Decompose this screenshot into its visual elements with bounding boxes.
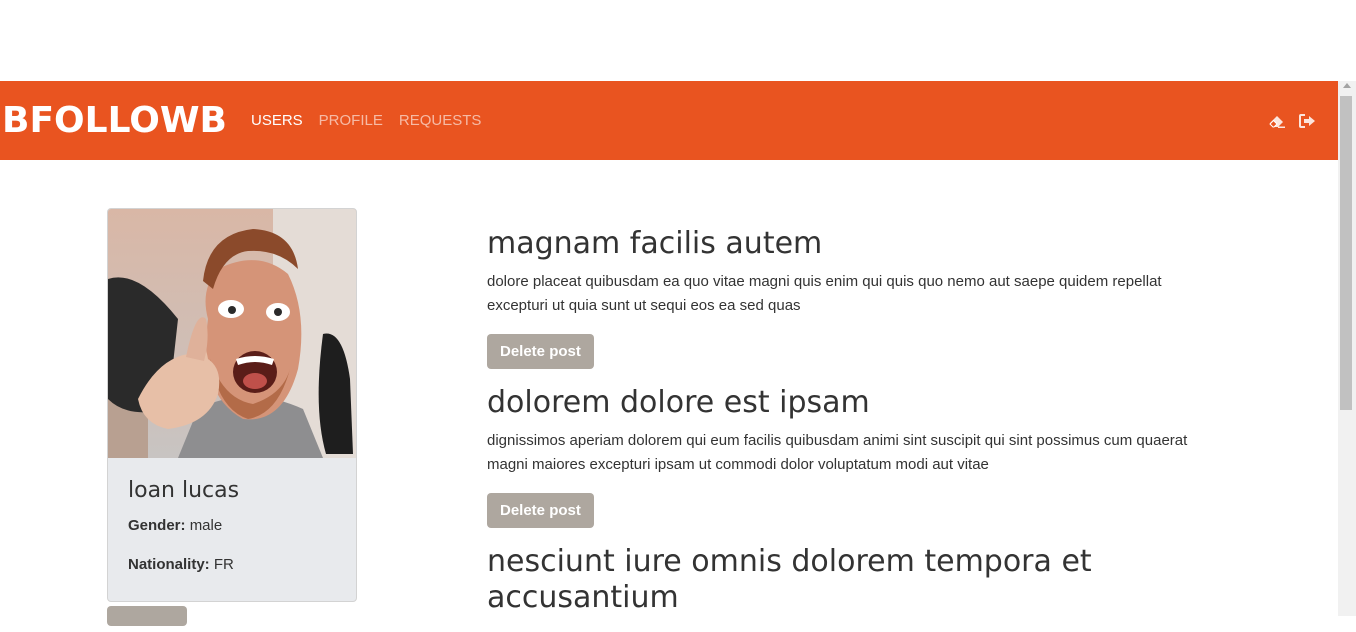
sign-out-icon[interactable] [1299,113,1316,128]
post-body: dolore placeat quibusdam ea quo vitae ma… [487,273,1162,314]
post-item: nesciunt iure omnis dolorem tempora et a… [487,544,1227,616]
profile-name: loan lucas [128,478,240,503]
post-title: nesciunt iure omnis dolorem tempora et a… [487,544,1092,615]
nav-actions [1269,81,1316,160]
vertical-scrollbar[interactable] [1338,81,1356,616]
profile-card: loan lucas Gender: male Nationality: FR [107,208,357,602]
nav-profile[interactable]: PROFILE [319,112,383,129]
post-title: magnam facilis autem [487,226,823,261]
nav-users[interactable]: USERS [251,112,303,129]
profile-card-body: loan lucas Gender: male Nationality: FR [108,458,356,601]
delete-post-button[interactable]: Delete post [487,493,594,528]
nav-requests[interactable]: REQUESTS [399,112,482,129]
post-item: dolorem dolore est ipsam dignissimos ape… [487,385,1227,528]
post-title: dolorem dolore est ipsam [487,385,870,420]
scroll-up-arrow[interactable] [1343,83,1351,88]
profile-action-button[interactable] [107,606,187,626]
gender-label: Gender: [128,517,186,534]
nationality-value: FR [213,556,234,573]
profile-photo [108,209,356,458]
top-navbar: BFOLLOWB USERS PROFILE REQUESTS [0,81,1338,160]
gender-value: male [189,517,223,534]
post-body: dignissimos aperiam dolorem qui eum faci… [487,432,1188,473]
nationality-label: Nationality: [128,556,210,573]
posts-list: magnam facilis autem dolore placeat quib… [487,226,1227,632]
brand-logo[interactable]: BFOLLOWB [2,100,227,141]
delete-post-button[interactable]: Delete post [487,334,594,369]
scroll-thumb[interactable] [1340,96,1352,410]
eraser-icon[interactable] [1269,114,1286,128]
post-item: magnam facilis autem dolore placeat quib… [487,226,1227,369]
profile-gender: Gender: male [128,517,336,534]
profile-nationality: Nationality: FR [128,556,336,573]
